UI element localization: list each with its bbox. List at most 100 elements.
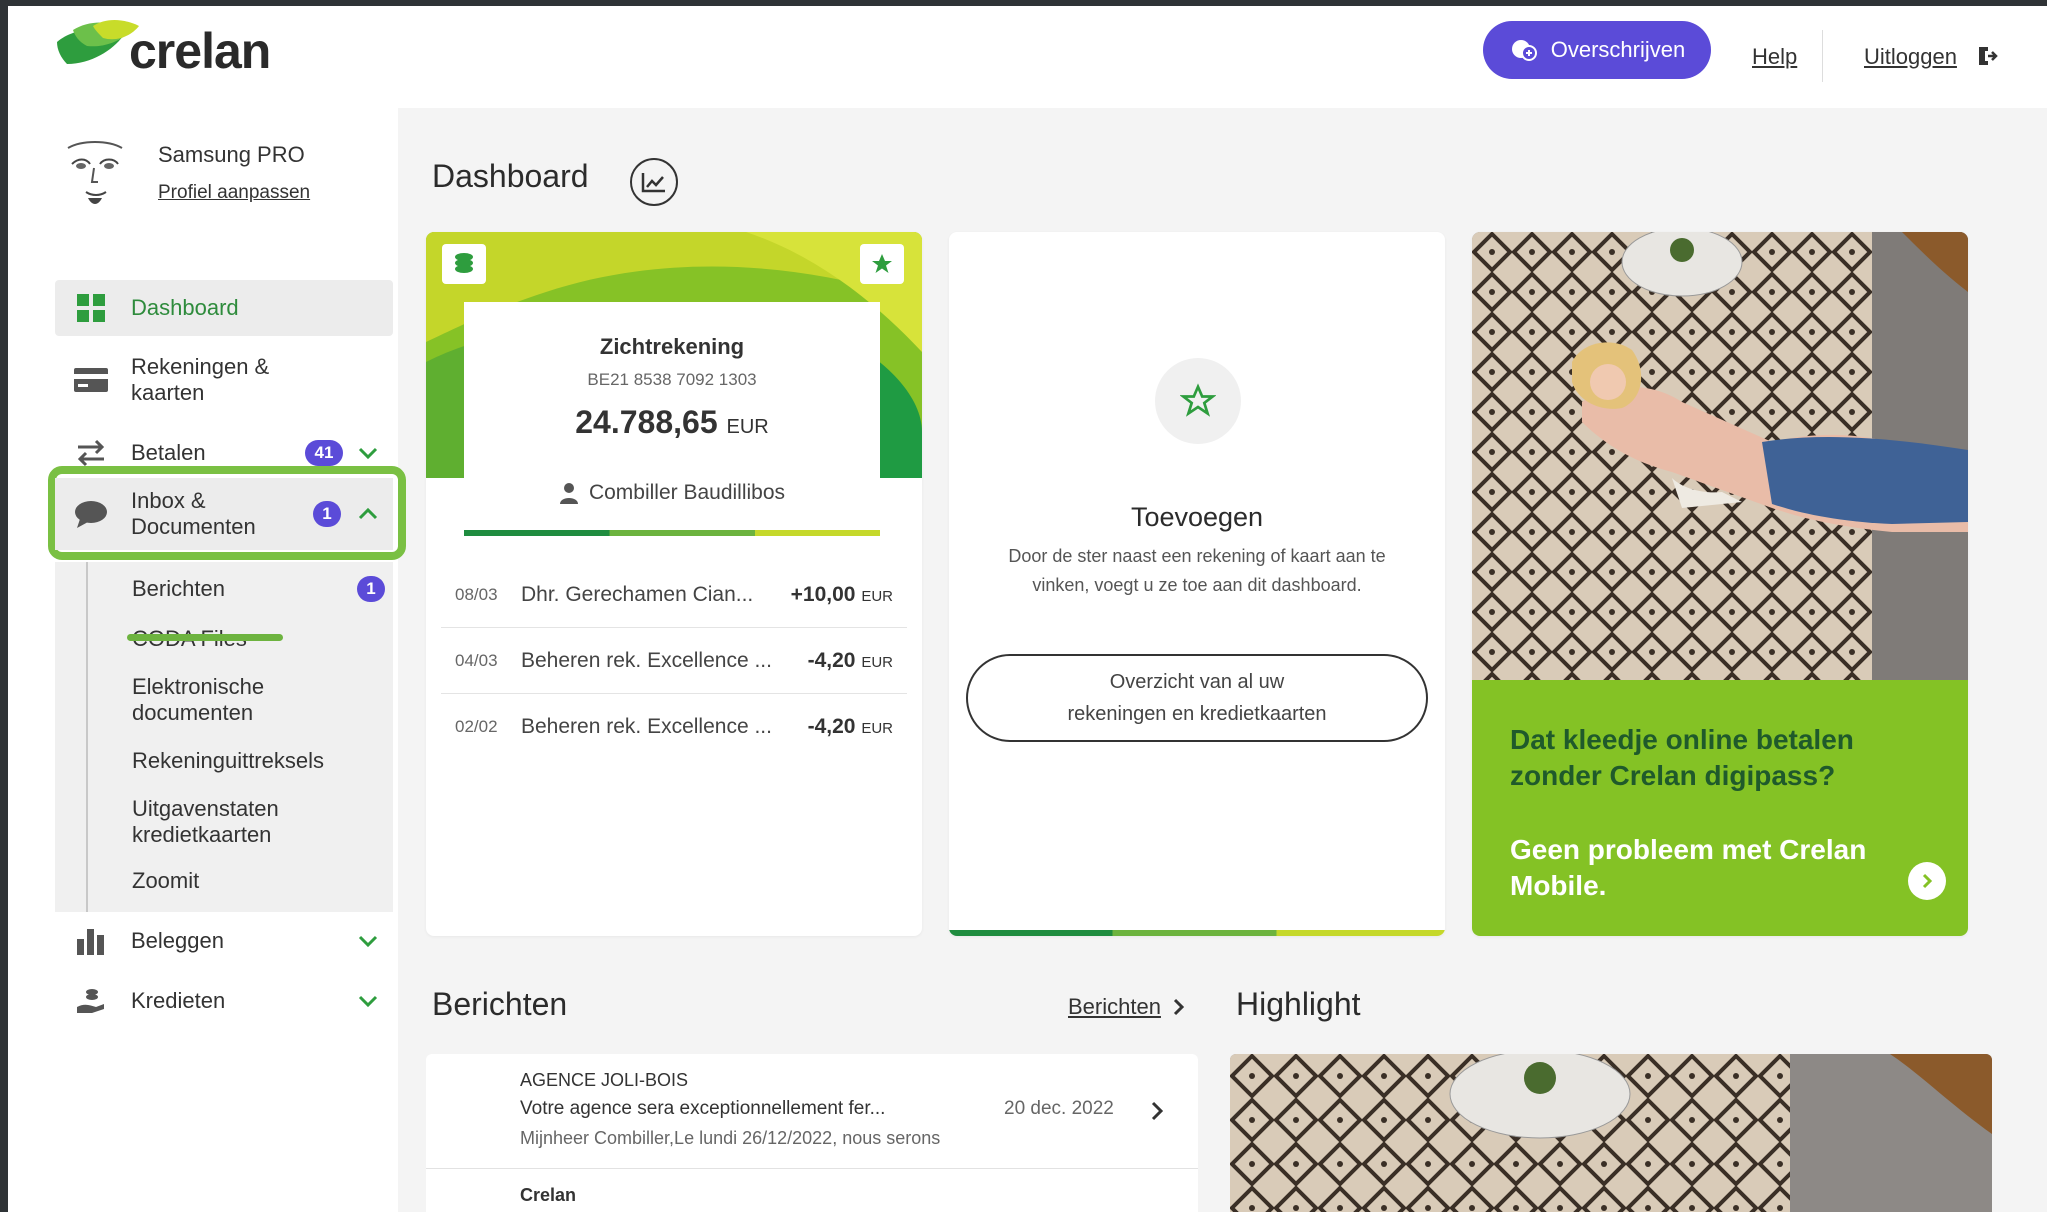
- transaction-amount: +10,00 EUR: [790, 582, 893, 606]
- promo-card[interactable]: Dat kleedje online betalen zonder Crelan…: [1472, 232, 1968, 936]
- add-color-bar: [949, 930, 1445, 936]
- logout-icon[interactable]: [1976, 44, 2000, 68]
- owner-name: Combiller Baudillibos: [588, 481, 786, 504]
- chevron-down-icon[interactable]: [357, 990, 379, 1012]
- favorite-star-button[interactable]: [860, 244, 904, 284]
- submenu-item-messages[interactable]: Berichten: [132, 576, 225, 602]
- button-line1: Overzicht van al uw: [1109, 671, 1285, 693]
- page-title: Dashboard: [432, 158, 589, 194]
- submenu-item-electronic-documents[interactable]: Elektronische documenten: [132, 674, 264, 726]
- brand-name: crelan: [129, 23, 271, 79]
- transfer-label: Overschrijven: [1550, 37, 1686, 62]
- sidebar-item-accounts[interactable]: Rekeningen & kaarten: [55, 348, 393, 412]
- account-balance: 24.788,65 EUR: [464, 404, 880, 441]
- star-outline-icon: [1180, 383, 1216, 417]
- overview-accounts-button[interactable]: Overzicht van al uw rekeningen en kredie…: [966, 654, 1428, 742]
- transaction-description: Dhr. Gerechamen Cian...: [521, 582, 754, 606]
- highlight-photo[interactable]: [1230, 1054, 1992, 1212]
- balance-currency: EUR: [726, 416, 769, 438]
- header-divider: [1822, 30, 1823, 82]
- sidebar-item-credits[interactable]: Kredieten: [55, 976, 393, 1026]
- crelan-leaf-icon: [57, 20, 139, 64]
- active-underline: [127, 634, 283, 641]
- message-date: 20 dec. 2022: [1004, 1098, 1114, 1119]
- message-row[interactable]: Crelan: [426, 1169, 1198, 1212]
- sidebar-item-label-line1: Inbox &: [131, 488, 206, 513]
- sidebar-item-dashboard[interactable]: Dashboard: [55, 280, 393, 336]
- sidebar-item-label-line2: Documenten: [131, 514, 256, 539]
- transaction-date: 04/03: [455, 650, 498, 670]
- submenu-guide-line: [86, 562, 88, 912]
- transaction-row[interactable]: 04/03 Beheren rek. Excellence ... -4,20 …: [441, 628, 907, 694]
- profile-block: Samsung PRO Profiel aanpassen: [58, 136, 310, 210]
- message-row[interactable]: AGENCE JOLI-BOIS Votre agence sera excep…: [426, 1054, 1198, 1168]
- star-filled-icon: [872, 254, 892, 273]
- messages-count-badge: 1: [357, 576, 385, 602]
- promo-photo: [1472, 232, 1968, 680]
- dashboard-chart-button[interactable]: [630, 158, 678, 206]
- transfer-arrows-icon: [73, 437, 109, 469]
- account-type-icon: [442, 244, 486, 284]
- messages-section-title: Berichten: [432, 986, 568, 1022]
- chevron-down-icon[interactable]: [357, 930, 379, 952]
- promo-next-button[interactable]: [1908, 862, 1946, 900]
- submenu-label-line1: Elektronische: [132, 674, 265, 699]
- sidebar-item-label-line1: Rekeningen &: [131, 354, 270, 379]
- messages-list: AGENCE JOLI-BOIS Votre agence sera excep…: [426, 1054, 1198, 1212]
- avatar[interactable]: [58, 136, 132, 210]
- inbox-count-badge: 1: [313, 501, 341, 527]
- sidebar-item-label: Beleggen: [131, 928, 224, 953]
- message-preview: Mijnheer Combiller,Le lundi 26/12/2022, …: [520, 1128, 941, 1148]
- sidebar-item-label: Betalen: [131, 440, 206, 465]
- sidebar-item-investments[interactable]: Beleggen: [55, 916, 393, 966]
- transfer-button[interactable]: Overschrijven: [1483, 21, 1711, 79]
- add-description: Door de ster naast een rekening of kaart…: [1008, 546, 1386, 595]
- submenu-item-statements[interactable]: Rekeninguittreksels: [132, 748, 324, 774]
- inbox-submenu: Berichten 1 CODA Files Elektronische doc…: [55, 562, 393, 912]
- promo-headline: Dat kleedje online betalen zonder Crelan…: [1510, 724, 1854, 791]
- message-subject: Votre agence sera exceptionnellement fer…: [520, 1098, 886, 1119]
- sidebar-item-inbox[interactable]: Inbox & Documenten 1: [55, 478, 393, 550]
- edit-profile-link[interactable]: Profiel aanpassen: [158, 182, 310, 204]
- submenu-item-credit-card-statements[interactable]: Uitgavenstaten kredietkaarten: [132, 796, 279, 848]
- help-link[interactable]: Help: [1752, 44, 1797, 70]
- profile-name: Samsung PRO: [158, 142, 305, 167]
- add-title: Toevoegen: [1130, 502, 1264, 532]
- sidebar-item-label-line2: kaarten: [131, 380, 205, 405]
- grid-icon: [73, 292, 109, 324]
- account-card[interactable]: Zichtrekening BE21 8538 7092 1303 24.788…: [426, 232, 922, 936]
- line-chart-icon: [641, 173, 665, 193]
- transfer-coin-icon: [1511, 40, 1537, 61]
- sidebar: Samsung PRO Profiel aanpassen Dashboard: [8, 108, 406, 1212]
- message-sender: AGENCE JOLI-BOIS: [520, 1070, 689, 1090]
- submenu-item-zoomit[interactable]: Zoomit: [132, 868, 199, 894]
- person-icon: [559, 483, 578, 504]
- transaction-row[interactable]: 02/02 Beheren rek. Excellence ... -4,20 …: [441, 694, 907, 760]
- app-window: crelan Overschrijven Help Uitloggen Sams…: [8, 6, 2047, 1212]
- transaction-description: Beheren rek. Excellence ...: [521, 648, 772, 672]
- hand-coin-icon: [73, 985, 109, 1017]
- logout-link[interactable]: Uitloggen: [1864, 44, 1957, 70]
- account-color-bar: [464, 530, 880, 536]
- messages-link-label: Berichten: [1068, 994, 1161, 1019]
- chevron-right-icon: [1151, 1101, 1164, 1121]
- chevron-up-icon[interactable]: [357, 503, 379, 525]
- sidebar-item-label: Kredieten: [131, 988, 226, 1013]
- payments-count-badge: 41: [305, 440, 343, 466]
- submenu-label-line2: documenten: [132, 700, 254, 725]
- transaction-amount: -4,20 EUR: [807, 648, 893, 672]
- transaction-description: Beheren rek. Excellence ...: [521, 715, 772, 738]
- account-iban: BE21 8538 7092 1303: [587, 370, 757, 389]
- chevron-right-icon: [1922, 873, 1933, 889]
- add-star-button[interactable]: [1155, 358, 1241, 444]
- crelan-logo[interactable]: crelan: [53, 20, 271, 80]
- chevron-down-icon[interactable]: [357, 442, 379, 464]
- messages-link[interactable]: Berichten: [1068, 994, 1187, 1020]
- sidebar-item-label: Dashboard: [131, 295, 239, 320]
- add-to-dashboard-card: Toevoegen Door de ster naast een rekenin…: [949, 232, 1445, 936]
- message-sender: Crelan: [520, 1185, 577, 1205]
- submenu-label-line1: Uitgavenstaten: [132, 796, 279, 821]
- account-name: Zichtrekening: [599, 334, 745, 359]
- transaction-row[interactable]: 08/03 Dhr. Gerechamen Cian... +10,00 EUR: [441, 562, 907, 628]
- button-line2: rekeningen en kredietkaarten: [1067, 703, 1327, 725]
